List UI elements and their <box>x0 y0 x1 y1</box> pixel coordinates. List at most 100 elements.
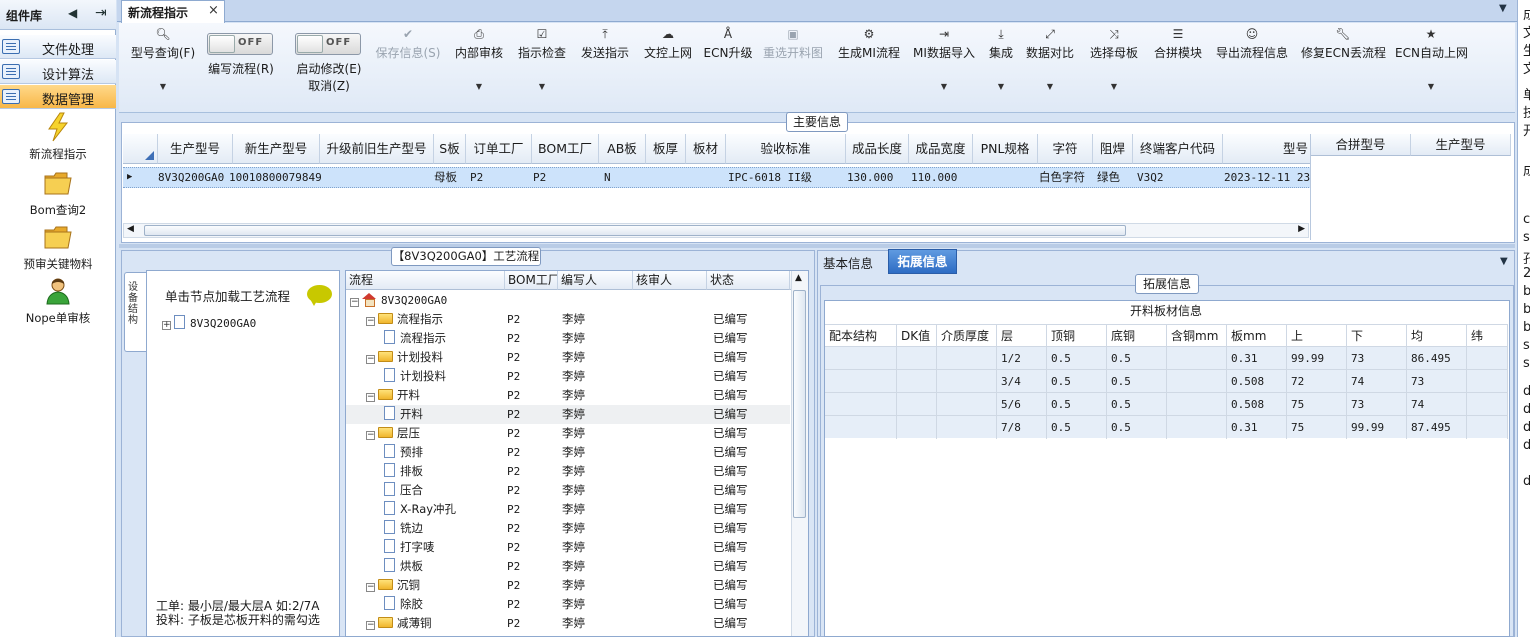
table-cell[interactable]: 0.5 <box>1047 347 1107 370</box>
table-cell[interactable] <box>937 416 997 439</box>
tool-nope-review[interactable]: Nope单审核 <box>8 276 108 326</box>
table-row[interactable]: 计划投料 P2 李婷 已编写 <box>346 367 790 386</box>
reselect-chart-button[interactable]: ▣ 重选开料图 <box>760 27 826 107</box>
column-header[interactable]: 介质厚度 <box>937 324 997 346</box>
scrollbar-thumb[interactable] <box>793 290 806 518</box>
table-cell[interactable]: 86.495 <box>1407 347 1467 370</box>
column-header[interactable]: AB板 <box>599 134 646 164</box>
table-cell[interactable] <box>897 393 937 416</box>
column-header[interactable]: 核审人 <box>633 271 707 290</box>
cell-new-model[interactable]: 10010800079849 <box>229 168 322 187</box>
table-cell[interactable] <box>1167 370 1227 393</box>
column-header[interactable]: 订单工厂 <box>466 134 532 164</box>
table-row[interactable]: − 沉铜 P2 李婷 已编写 <box>346 576 790 595</box>
category-data-management[interactable]: 数据管理 <box>0 85 116 109</box>
collapse-icon[interactable]: − <box>366 393 375 402</box>
table-cell[interactable]: 0.5 <box>1047 393 1107 416</box>
column-header[interactable]: 含铜mm <box>1167 324 1227 346</box>
collapse-icon[interactable]: − <box>366 621 375 630</box>
data-compare-button[interactable]: ⤢ 数据对比 ▼ <box>1025 27 1075 107</box>
mi-import-button[interactable]: ⇥ MI数据导入 ▼ <box>910 27 978 107</box>
cell-width[interactable]: 110.000 <box>911 168 957 187</box>
table-cell[interactable]: 0.5 <box>1107 347 1167 370</box>
expand-icon[interactable]: + <box>162 321 171 330</box>
table-cell[interactable] <box>937 393 997 416</box>
tree-row-root[interactable]: − 8V3Q200GA0 <box>346 291 790 310</box>
cell-customer[interactable]: V3Q2 <box>1137 168 1164 187</box>
collapse-icon[interactable]: − <box>366 317 375 326</box>
select-master-button[interactable]: ⤨ 选择母板 ▼ <box>1086 27 1142 107</box>
table-row[interactable]: 铣边 P2 李婷 已编写 <box>346 519 790 538</box>
cell-char[interactable]: 白色字符 <box>1039 168 1085 187</box>
table-cell[interactable] <box>897 370 937 393</box>
table-cell[interactable]: 0.508 <box>1227 370 1287 393</box>
panel-splitter[interactable] <box>119 244 1515 248</box>
collapse-icon[interactable]: − <box>366 583 375 592</box>
column-header[interactable]: 板材 <box>686 134 726 164</box>
table-cell[interactable]: 0.5 <box>1107 393 1167 416</box>
column-header[interactable]: 型号 <box>1223 134 1310 164</box>
column-header[interactable]: 生产型号 <box>1411 134 1511 156</box>
internal-review-button[interactable]: ⎙ 内部审核 ▼ <box>452 27 506 107</box>
table-cell[interactable]: 74 <box>1407 393 1467 416</box>
exit-icon[interactable]: ⇥ <box>95 5 107 21</box>
table-cell[interactable]: 0.5 <box>1107 416 1167 439</box>
category-design-algorithm[interactable]: 设计算法 <box>0 60 116 84</box>
column-header[interactable]: 合拼型号 <box>1311 134 1411 156</box>
column-header[interactable]: 验收标准 <box>726 134 846 164</box>
column-header[interactable]: BOM工厂 <box>532 134 599 164</box>
table-cell[interactable] <box>897 416 937 439</box>
generate-mi-button[interactable]: ⚙ 生成MI流程 <box>835 27 903 107</box>
table-row[interactable]: 除胶 P2 李婷 已编写 <box>346 595 790 614</box>
column-header[interactable]: 下 <box>1347 324 1407 346</box>
table-cell[interactable]: 0.5 <box>1107 370 1167 393</box>
merge-module-button[interactable]: ☰ 合拼模块 <box>1151 27 1205 107</box>
table-cell[interactable]: 75 <box>1287 416 1347 439</box>
table-cell[interactable]: 74 <box>1347 370 1407 393</box>
table-cell[interactable]: 73 <box>1347 347 1407 370</box>
table-cell[interactable]: 75 <box>1287 393 1347 416</box>
cell-length[interactable]: 130.000 <box>847 168 893 187</box>
column-header[interactable]: 层 <box>997 324 1047 346</box>
table-row[interactable]: 5/6 0.5 0.5 0.508 75 73 74 <box>825 392 1508 416</box>
column-header[interactable]: 阻焊 <box>1093 134 1133 164</box>
table-row[interactable]: 压合 P2 李婷 已编写 <box>346 481 790 500</box>
table-cell[interactable] <box>1167 393 1227 416</box>
table-cell[interactable]: 73 <box>1347 393 1407 416</box>
table-row[interactable]: − 流程指示 P2 李婷 已编写 <box>346 310 790 329</box>
column-header[interactable]: 成品宽度 <box>909 134 973 164</box>
column-header[interactable]: 编写人 <box>558 271 633 290</box>
table-cell[interactable]: 99.99 <box>1287 347 1347 370</box>
cell-date[interactable]: 2023-12-11 23:5 <box>1224 168 1310 187</box>
column-header[interactable]: DK值 <box>897 324 937 346</box>
cell-s-board[interactable]: 母板 <box>434 168 457 187</box>
scroll-right-icon[interactable]: ▶ <box>1298 224 1305 234</box>
tab-extended-info[interactable]: 拓展信息 <box>888 249 957 274</box>
column-header[interactable]: 板厚 <box>646 134 686 164</box>
column-header[interactable]: 终端客户代码 <box>1133 134 1223 164</box>
export-flow-info-button[interactable]: ☺ 导出流程信息 <box>1213 27 1291 107</box>
table-cell[interactable] <box>1467 393 1508 416</box>
table-cell[interactable] <box>1167 347 1227 370</box>
cell-standard[interactable]: IPC-6018 II级 <box>728 168 812 187</box>
table-cell[interactable] <box>825 393 897 416</box>
table-row[interactable]: 预排 P2 李婷 已编写 <box>346 443 790 462</box>
table-cell[interactable] <box>825 416 897 439</box>
category-file-processing[interactable]: 文件处理 <box>0 35 116 59</box>
table-cell[interactable]: 7/8 <box>997 416 1047 439</box>
doc-control-upload-button[interactable]: ☁ 文控上网 <box>641 27 695 107</box>
model-query-button[interactable]: 🔍︎ 型号查询(F) ▼ <box>127 27 199 107</box>
close-icon[interactable]: × <box>208 3 219 18</box>
column-header[interactable]: 状态 <box>707 271 790 290</box>
repair-ecn-button[interactable]: 🔧︎ 修复ECN丢流程 <box>1301 27 1386 107</box>
table-cell[interactable] <box>825 370 897 393</box>
tab-basic-info[interactable]: 基本信息 <box>823 253 873 272</box>
column-header[interactable]: 生产型号 <box>158 134 233 164</box>
table-cell[interactable]: 3/4 <box>997 370 1047 393</box>
cell-mask[interactable]: 绿色 <box>1097 168 1120 187</box>
column-header[interactable]: 均 <box>1407 324 1467 346</box>
save-info-button[interactable]: ✔ 保存信息(S) <box>373 27 443 107</box>
table-cell[interactable] <box>937 370 997 393</box>
auto-modify-toggle[interactable]: OFF <box>295 33 361 55</box>
column-header[interactable]: 底铜 <box>1107 324 1167 346</box>
